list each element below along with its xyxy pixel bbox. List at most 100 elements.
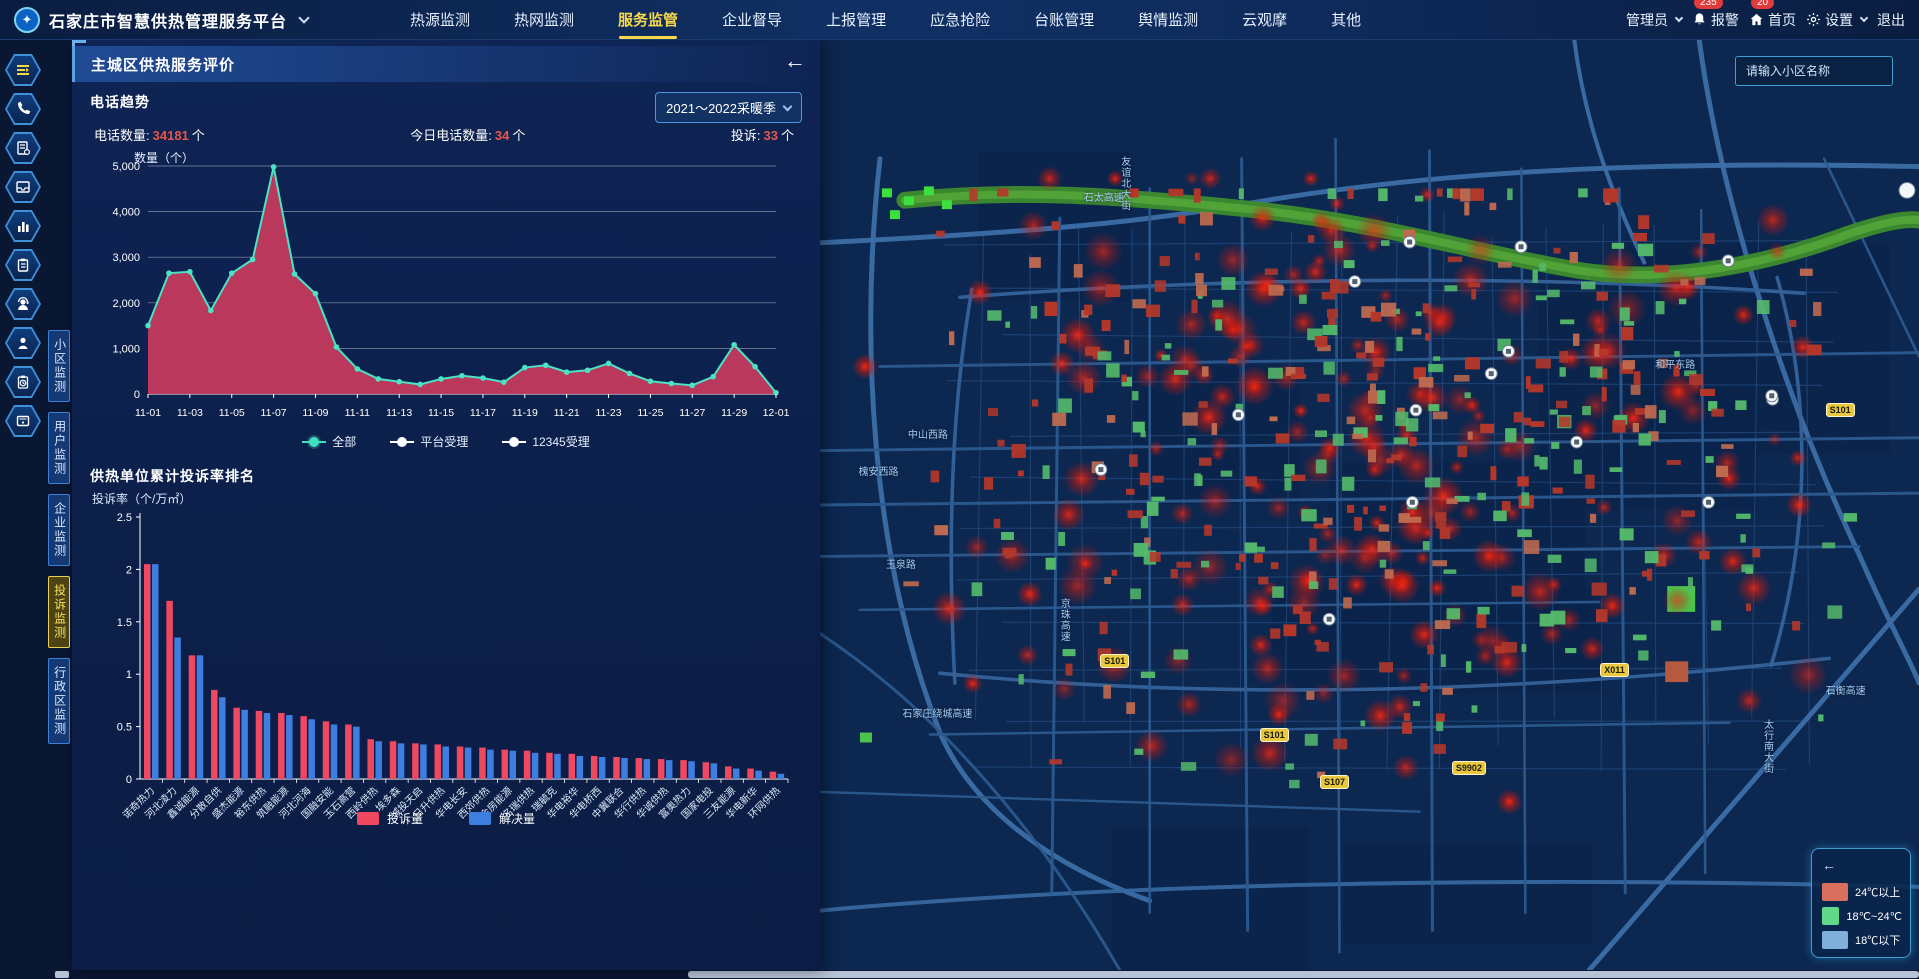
area-chart-svg: 数量（个）1,0002,0003,0004,0005,000011-0111-0… [90, 152, 790, 424]
workspace: 小区监测用户监测企业监测投诉监测行政区监测 主城区供热服务评价 ← 电话趋势 2… [0, 40, 1919, 970]
road-badge-S107: S107 [1320, 775, 1349, 789]
season-select-dropdown[interactable]: 2021～2022采暖季 [655, 92, 802, 123]
scrollbar-thumb[interactable] [688, 971, 1919, 978]
sidebar-person-button[interactable] [5, 327, 41, 359]
road-label-石家庄绕城高速: 石家庄绕城高速 [902, 705, 972, 720]
svg-text:11-29: 11-29 [721, 407, 747, 419]
nav-item-8[interactable]: 云观摩 [1242, 0, 1287, 39]
top-navbar: ✦ 石家庄市智慧供热管理服务平台 热源监测 热网监测 服务监管 企业督导 上报管理 应急抢… [0, 0, 1919, 40]
phone-stat-1: 今日电话数量:34个 [410, 125, 525, 144]
road-badge-X011: X011 [1600, 663, 1629, 677]
phone-stat-2: 投诉:33个 [731, 125, 794, 144]
sidebar-filter-menu-button[interactable] [5, 54, 41, 86]
admin-menu[interactable]: 管理员 [1626, 10, 1682, 30]
road-label-友谊北大街: 友谊北大街 [1117, 156, 1132, 211]
svg-text:11-05: 11-05 [219, 407, 245, 419]
home-button[interactable]: 20 首页 [1749, 10, 1796, 30]
home-badge: 20 [1751, 0, 1774, 9]
settings-menu[interactable]: 设置 [1806, 10, 1867, 30]
legend-marker-icon [390, 438, 414, 446]
city-heat-map[interactable]: 石太高速友谊北大街和平东路中山西路槐安西路玉泉路京珠高速石家庄绕城高速太行南大街… [820, 40, 1919, 970]
legend-swatch [357, 812, 379, 825]
bar-legend-解决量[interactable]: 解决量 [469, 810, 535, 827]
nav-item-1[interactable]: 热网监测 [514, 0, 574, 39]
svg-text:11-23: 11-23 [595, 407, 621, 419]
area-legend-12345受理[interactable]: 12345受理 [502, 433, 589, 450]
chevron-down-icon [1675, 13, 1683, 21]
chevron-down-icon [1860, 13, 1868, 21]
sidebar-timer-clipboard-button[interactable] [5, 366, 41, 398]
svg-text:2,000: 2,000 [112, 298, 140, 310]
svg-text:数量（个）: 数量（个） [134, 152, 194, 165]
nav-item-7[interactable]: 舆情监测 [1138, 0, 1198, 39]
map-legend-item: 24℃以上 [1822, 883, 1902, 901]
brand[interactable]: ✦ 石家庄市智慧供热管理服务平台 [14, 7, 410, 33]
map-temperature-legend: ← 24℃以上18℃~24℃18℃以下 [1811, 848, 1911, 958]
stat-value: 34 [495, 128, 509, 143]
nav-item-0[interactable]: 热源监测 [410, 0, 470, 39]
horizontal-scrollbar[interactable] [0, 970, 1919, 979]
bar-chart-icon [7, 212, 39, 240]
collapse-panel-arrow-icon[interactable]: ← [784, 48, 806, 74]
tab-企业监测[interactable]: 企业监测 [48, 494, 69, 566]
nav-item-5[interactable]: 应急抢险 [930, 0, 990, 39]
road-label-玉泉路: 玉泉路 [886, 556, 916, 571]
svg-text:1.5: 1.5 [117, 617, 132, 629]
tab-行政区监测[interactable]: 行政区监测 [48, 658, 69, 744]
tab-小区监测[interactable]: 小区监测 [48, 330, 69, 402]
phone-trend-title: 电话趋势 [90, 92, 150, 112]
road-label-和平东路: 和平东路 [1655, 356, 1695, 371]
area-legend-平台受理[interactable]: 平台受理 [390, 433, 468, 450]
nav-item-6[interactable]: 台账管理 [1034, 0, 1094, 39]
nav-item-9[interactable]: 其他 [1331, 0, 1361, 39]
platform-logo-icon: ✦ [14, 7, 40, 33]
svg-text:11-07: 11-07 [261, 407, 287, 419]
stat-value: 33 [764, 128, 778, 143]
community-search-input[interactable] [1735, 56, 1893, 86]
panel-titlebar: 主城区供热服务评价 ← [72, 46, 820, 82]
sidebar-service-agent-button[interactable] [5, 288, 41, 320]
logout-label: 退出 [1877, 10, 1905, 30]
legend-collapse-arrow-icon[interactable]: ← [1822, 857, 1836, 873]
svg-text:0: 0 [126, 774, 132, 786]
device-card-icon [7, 407, 39, 435]
bar-chart-legend: 投诉量 解决量 [90, 810, 802, 827]
sidebar-phone-button[interactable] [5, 93, 41, 125]
bar-legend-投诉量[interactable]: 投诉量 [357, 810, 423, 827]
phone-trend-chart[interactable]: 数量（个）1,0002,0003,0004,0005,000011-0111-0… [90, 152, 802, 429]
sidebar-bar-chart-button[interactable] [5, 210, 41, 242]
alarm-button[interactable]: 235 报警 [1692, 10, 1739, 30]
svg-text:11-11: 11-11 [345, 407, 370, 419]
nav-item-3[interactable]: 企业督导 [722, 0, 782, 39]
topbar-right: 管理员 235 报警 20 首页 设置 退出 [1626, 10, 1905, 30]
svg-text:2.5: 2.5 [117, 512, 132, 524]
tab-用户监测[interactable]: 用户监测 [48, 412, 69, 484]
svg-text:1: 1 [126, 669, 132, 681]
stat-value: 34181 [153, 128, 189, 143]
left-icon-rail [0, 40, 46, 970]
sidebar-device-card-button[interactable] [5, 405, 41, 437]
road-label-太行南大街: 太行南大街 [1760, 719, 1775, 774]
nav-item-2[interactable]: 服务监管 [618, 0, 678, 39]
tab-投诉监测[interactable]: 投诉监测 [48, 576, 69, 648]
sidebar-mail-tray-button[interactable] [5, 171, 41, 203]
complaint-rank-ylabel: 投诉率（个/万㎡） [92, 490, 802, 507]
logout-button[interactable]: 退出 [1877, 10, 1905, 30]
sidebar-clipboard-button[interactable] [5, 249, 41, 281]
document-gear-icon [7, 134, 39, 162]
road-badge-S101: S101 [1260, 728, 1289, 742]
scrollbar-fragment[interactable] [55, 971, 69, 978]
road-label-京珠高速: 京珠高速 [1056, 598, 1071, 642]
map-canvas[interactable] [820, 40, 1919, 970]
area-chart-legend: 全部 平台受理 12345受理 [90, 433, 802, 450]
sidebar-document-gear-button[interactable] [5, 132, 41, 164]
legend-swatch [1822, 931, 1848, 949]
map-legend-item: 18℃以下 [1822, 931, 1902, 949]
area-legend-全部[interactable]: 全部 [302, 433, 356, 450]
bar-chart-svg[interactable]: 00.511.522.5诺奇热力河北凌力鑫诚能源分散自供盛杰能源裕东供热筑融能源… [90, 507, 796, 891]
road-label-石衡高速: 石衡高速 [1826, 682, 1866, 697]
panel-title: 主城区供热服务评价 [91, 54, 235, 75]
nav-item-4[interactable]: 上报管理 [826, 0, 886, 39]
svg-text:2: 2 [126, 564, 132, 576]
mail-tray-icon [7, 173, 39, 201]
